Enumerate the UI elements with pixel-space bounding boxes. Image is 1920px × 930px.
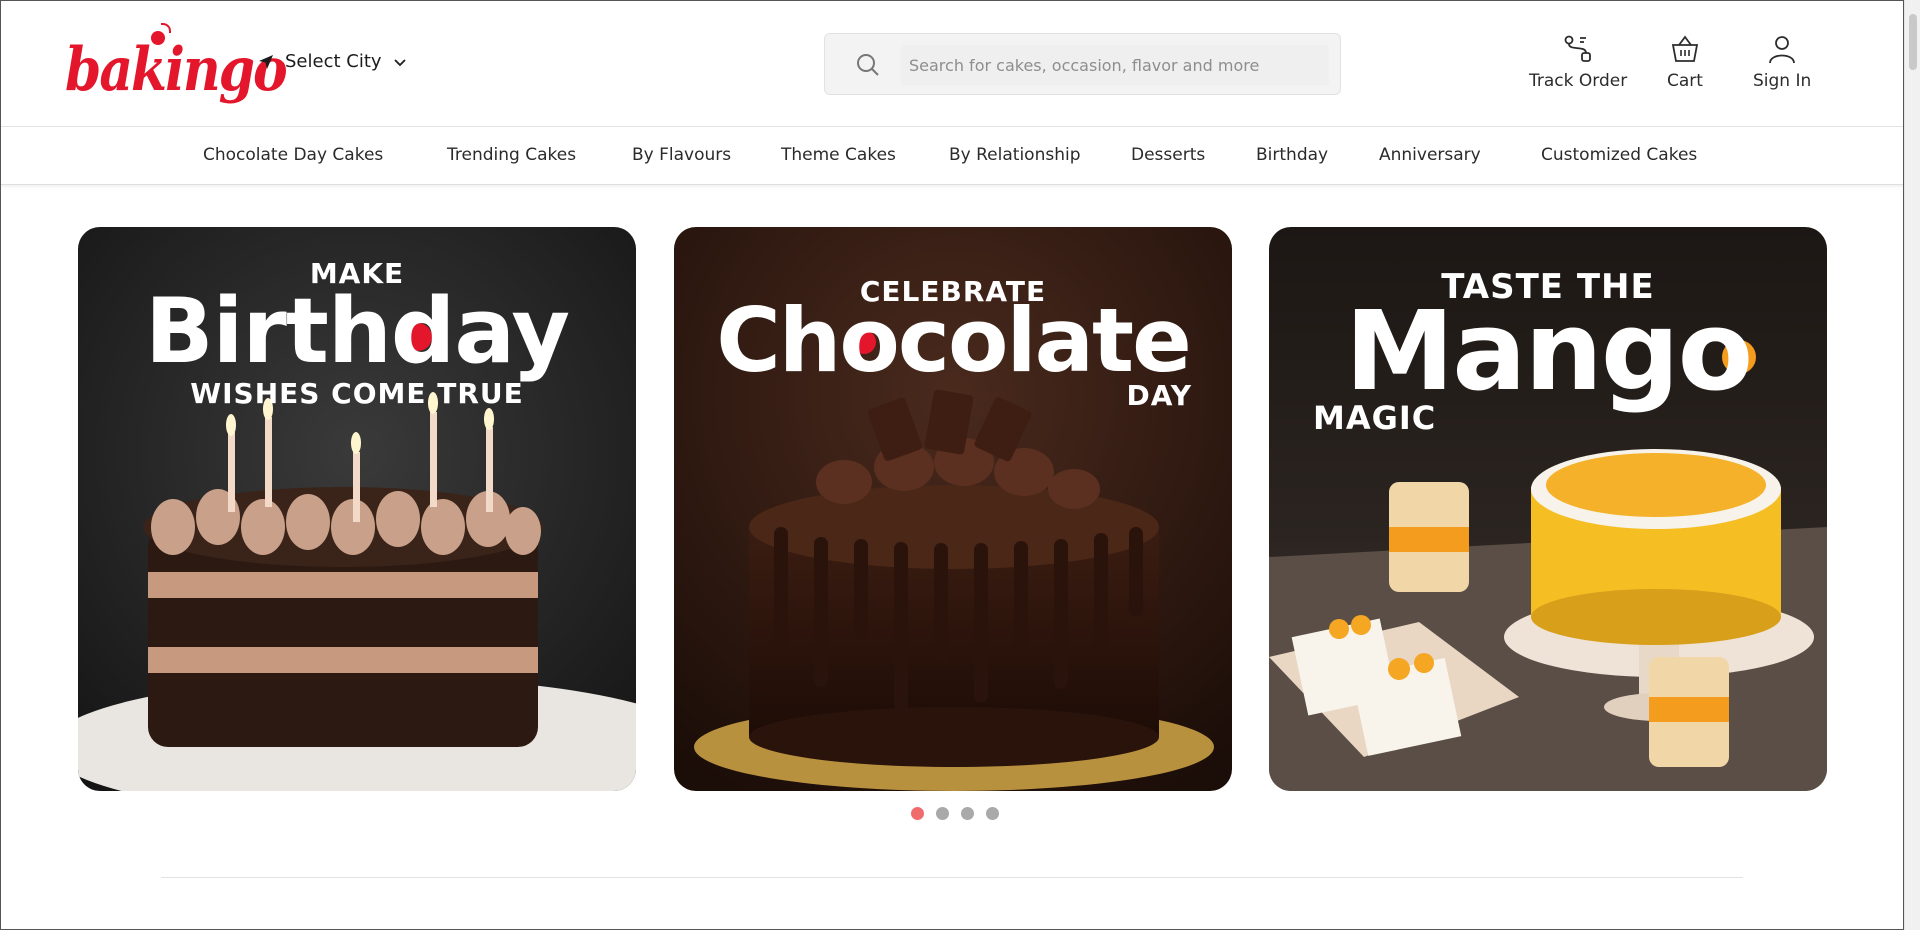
site-header: bakingo Select City Search for cakes, oc… <box>1 1 1903 127</box>
logo-text: bakingo <box>65 35 288 106</box>
nav-item-customized-cakes[interactable]: Customized Cakes <box>1541 145 1697 165</box>
banner-bottom-text: WISHES COME TRUE <box>190 377 524 410</box>
nav-item-by-relationship[interactable]: By Relationship <box>949 145 1080 165</box>
nav-item-desserts[interactable]: Desserts <box>1131 145 1205 165</box>
cherry-stem-icon <box>161 23 171 33</box>
search-icon[interactable] <box>855 52 881 82</box>
location-arrow-icon <box>257 53 275 71</box>
nav-item-anniversary[interactable]: Anniversary <box>1379 145 1481 165</box>
banner-title-text: Chocolate <box>716 289 1192 392</box>
search-input[interactable] <box>901 45 1329 85</box>
banner-bottom-text: MAGIC <box>1313 399 1437 437</box>
page-frame: bakingo Select City Search for cakes, oc… <box>0 0 1904 930</box>
cart-basket-icon <box>1669 33 1701 65</box>
user-icon <box>1766 33 1798 65</box>
vertical-scrollbar[interactable] <box>1904 0 1920 930</box>
banner-birthday[interactable]: MAKE Birthday WISHES COME TRUE <box>78 227 636 791</box>
carousel-dot[interactable] <box>936 807 949 820</box>
sign-in-button[interactable]: Sign In <box>1753 33 1811 91</box>
section-divider <box>161 877 1743 878</box>
track-order-icon <box>1562 33 1594 65</box>
track-order-label: Track Order <box>1529 71 1628 91</box>
carousel-dots <box>911 807 999 820</box>
search-bar <box>824 33 1341 95</box>
nav-item-trending-cakes[interactable]: Trending Cakes <box>447 145 576 165</box>
cart-label: Cart <box>1667 71 1703 91</box>
bakingo-logo[interactable]: bakingo <box>65 23 288 105</box>
chevron-down-icon <box>392 54 408 70</box>
scrollbar-thumb[interactable] <box>1909 14 1917 70</box>
nav-item-chocolate-day-cakes[interactable]: Chocolate Day Cakes <box>203 145 383 165</box>
nav-item-birthday[interactable]: Birthday <box>1256 145 1328 165</box>
track-order-button[interactable]: Track Order <box>1529 33 1627 91</box>
cart-button[interactable]: Cart <box>1667 33 1703 91</box>
city-label: Select City <box>285 51 382 72</box>
banner-bottom-text: DAY <box>1126 379 1192 412</box>
nav-item-theme-cakes[interactable]: Theme Cakes <box>781 145 896 165</box>
carousel-dot[interactable] <box>911 807 924 820</box>
nav-item-by-flavours[interactable]: By Flavours <box>632 145 731 165</box>
banner-mango[interactable]: TASTE THE Mango MAGIC <box>1269 227 1827 791</box>
select-city-button[interactable]: Select City <box>257 51 408 72</box>
sign-in-label: Sign In <box>1753 71 1812 91</box>
banner-title-text: Mango <box>1344 287 1753 415</box>
category-nav: Chocolate Day Cakes Trending Cakes By Fl… <box>1 127 1903 185</box>
carousel-dot[interactable] <box>986 807 999 820</box>
banner-title-text: Birthday <box>145 279 570 384</box>
carousel-dot[interactable] <box>961 807 974 820</box>
banner-chocolate-day[interactable]: CELEBRATE Chocolate DAY <box>674 227 1232 791</box>
